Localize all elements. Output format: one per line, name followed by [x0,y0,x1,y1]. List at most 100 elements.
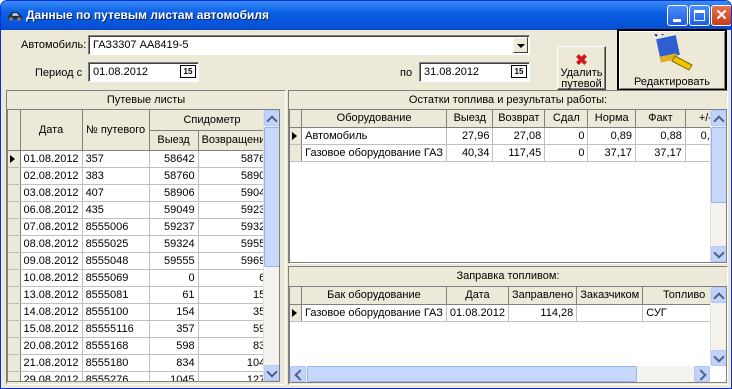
col-header[interactable]: Сдал [544,110,589,128]
refuel-grid[interactable]: Бак оборудование Дата Заправлено Заказчиком… [289,286,727,383]
fuel-grid[interactable]: Оборудование Выезд Возврат Сдал Норма Факт +/-… [289,109,727,263]
table-row[interactable]: 08.08.2012 8555025 59324 59555 [8,235,276,253]
cell-number[interactable]: 8555081 [82,286,150,304]
scroll-up-icon[interactable] [711,287,726,303]
cell-norm[interactable]: 0,89 [587,127,636,145]
row-indicator[interactable] [8,167,21,185]
cell-fact[interactable]: 37,17 [635,144,686,162]
row-indicator[interactable] [8,269,21,287]
table-row[interactable]: 09.08.2012 8555048 59555 59692 [8,252,276,270]
cell-number[interactable]: 435 [82,201,150,219]
cell-equipment[interactable]: Газовое оборудование ГАЗ [301,144,448,162]
table-row[interactable]: 14.08.20128555100154357 [8,303,276,321]
cell-out[interactable]: 154 [149,303,199,321]
scroll-left-icon[interactable] [290,366,306,382]
cell-out[interactable]: 58642 [149,150,199,168]
cell-date[interactable]: 01.08.2012 [446,304,509,322]
table-row[interactable]: 02.08.2012 383 58760 58906 [8,167,276,185]
waybills-grid[interactable]: Дата № путевого Спидометр Выезд Возвраще… [7,109,280,382]
scroll-down-icon[interactable] [711,246,726,262]
cell-date[interactable]: 14.08.2012 [20,303,83,321]
cell-number[interactable]: 383 [82,167,150,185]
cell-date[interactable]: 02.08.2012 [20,167,83,185]
cell-number[interactable]: 8555048 [82,252,150,270]
scroll-thumb[interactable] [711,127,726,203]
col-date[interactable]: Дата [20,110,83,151]
col-header[interactable]: Выезд [446,110,494,128]
row-indicator[interactable] [8,354,21,372]
cell-date[interactable]: 29.08.2012 [20,371,83,381]
cell-date[interactable]: 08.08.2012 [20,235,83,253]
minimize-button[interactable] [667,5,688,26]
cell-date[interactable]: 06.08.2012 [20,201,83,219]
edit-button[interactable]: Редактировать [617,29,727,91]
scroll-right-icon[interactable] [694,366,710,382]
table-row[interactable]: Газовое оборудование ГАЗ 40,34 117,45 0 37,1… [290,144,726,162]
cell-date[interactable]: 03.08.2012 [20,184,83,202]
scroll-up-icon[interactable] [264,110,279,126]
cell-date[interactable]: 13.08.2012 [20,286,83,304]
cell-out[interactable]: 598 [149,337,199,355]
cell-equipment[interactable]: Автомобиль [301,127,448,145]
table-row[interactable]: 15.08.201285555116357598 [8,320,276,338]
row-indicator[interactable] [8,184,21,202]
cell-number[interactable]: 8555100 [82,303,150,321]
row-indicator[interactable] [8,320,21,338]
cell-out[interactable]: 0 [149,269,199,287]
cell-out[interactable]: 357 [149,320,199,338]
cell-fact[interactable]: 0,88 [635,127,686,145]
cell-number[interactable]: 8555069 [82,269,150,287]
cell-number[interactable]: 357 [82,150,150,168]
cell-number[interactable]: 8555025 [82,235,150,253]
cell-number[interactable]: 8555006 [82,218,150,236]
col-header[interactable]: Дата [446,287,509,305]
chevron-down-icon[interactable] [513,37,528,53]
row-indicator[interactable] [8,218,21,236]
cell-out[interactable]: 59324 [149,235,199,253]
row-indicator[interactable] [8,150,21,168]
row-indicator[interactable] [8,286,21,304]
cell-date[interactable]: 20.08.2012 [20,337,83,355]
cell-out[interactable]: 59237 [149,218,199,236]
cell-out[interactable]: 27,96 [446,127,494,145]
row-indicator[interactable] [8,252,21,270]
cell-date[interactable]: 07.08.2012 [20,218,83,236]
scroll-down-icon[interactable] [711,350,726,366]
row-indicator[interactable] [290,304,302,322]
cell-date[interactable]: 10.08.2012 [20,269,83,287]
row-indicator[interactable] [8,371,21,381]
period-to-field[interactable]: 31.08.2012 15 [419,62,530,82]
cell-out[interactable]: 59049 [149,201,199,219]
col-number[interactable]: № путевого [82,110,150,151]
col-out[interactable]: Выезд [149,130,199,151]
cell-out[interactable]: 40,34 [446,144,494,162]
cell-number[interactable]: 8555276 [82,371,150,381]
col-header[interactable]: Заправлено [508,287,578,305]
row-indicator[interactable] [8,235,21,253]
close-button[interactable]: ✕ [711,5,731,26]
period-from-field[interactable]: 01.08.2012 15 [88,62,199,82]
table-row[interactable]: 03.08.2012 407 58906 59049 [8,184,276,202]
cell-out[interactable]: 1045 [149,371,199,381]
cell-given[interactable]: 0 [544,144,589,162]
cell-out[interactable]: 61 [149,286,199,304]
delete-waybill-button[interactable]: ✖ Удалить путевой [557,46,606,90]
row-indicator[interactable] [8,337,21,355]
col-header[interactable]: Бак оборудование [301,287,447,305]
cell-date[interactable]: 09.08.2012 [20,252,83,270]
table-row[interactable]: Автомобиль27,9627,0800,890,880,01 [290,127,726,145]
table-row[interactable]: 07.08.2012 8555006 59237 59324 [8,218,276,236]
cell-number[interactable]: 407 [82,184,150,202]
table-row[interactable]: 06.08.2012 435 59049 59237 [8,201,276,219]
table-row[interactable]: 10.08.20128555069061 [8,269,276,287]
cell-back[interactable]: 117,45 [492,144,546,162]
col-header[interactable]: Факт [635,110,686,128]
table-row[interactable]: Газовое оборудование ГАЗ 01.08.2012 114,28… [290,304,726,322]
refuel-vscrollbar[interactable] [710,287,726,366]
cell-tank[interactable]: Газовое оборудование ГАЗ [301,304,447,322]
col-header[interactable]: Возврат [492,110,546,128]
cell-number[interactable]: 8555168 [82,337,150,355]
calendar-icon[interactable]: 15 [511,65,527,78]
cell-date[interactable]: 21.08.2012 [20,354,83,372]
scroll-up-icon[interactable] [711,110,726,126]
